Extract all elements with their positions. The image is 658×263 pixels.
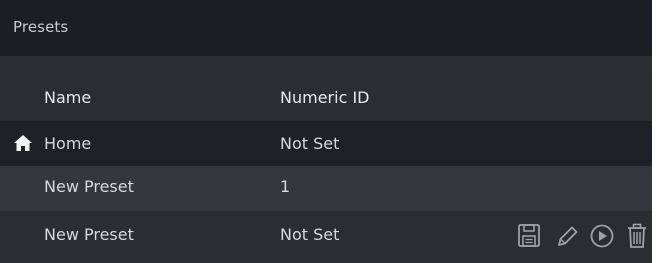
divider: [0, 57, 652, 71]
presets-panel: Presets Name Numeric ID Home Not Set New…: [0, 0, 652, 263]
home-icon: [13, 134, 33, 152]
save-icon[interactable]: [516, 222, 542, 250]
trash-icon[interactable]: [624, 222, 650, 250]
preset-name: New Preset: [44, 177, 134, 196]
table-row[interactable]: New Preset Not Set: [0, 211, 652, 263]
preset-numeric-id: 1: [280, 177, 291, 196]
column-header-numeric-id[interactable]: Numeric ID: [280, 88, 369, 107]
table-row[interactable]: Home Not Set: [0, 121, 652, 166]
row-actions: [516, 222, 652, 250]
preset-numeric-id: Not Set: [280, 134, 340, 153]
pencil-icon[interactable]: [554, 222, 580, 250]
panel-title-bar: Presets: [0, 0, 652, 57]
preset-name: New Preset: [44, 225, 134, 244]
preset-numeric-id: Not Set: [280, 225, 340, 244]
table-header: Name Numeric ID: [0, 71, 652, 121]
play-circle-icon[interactable]: [589, 222, 615, 250]
table-row[interactable]: New Preset 1: [0, 166, 652, 211]
column-header-name[interactable]: Name: [44, 88, 91, 107]
preset-name: Home: [44, 134, 92, 153]
panel-title: Presets: [13, 18, 69, 36]
